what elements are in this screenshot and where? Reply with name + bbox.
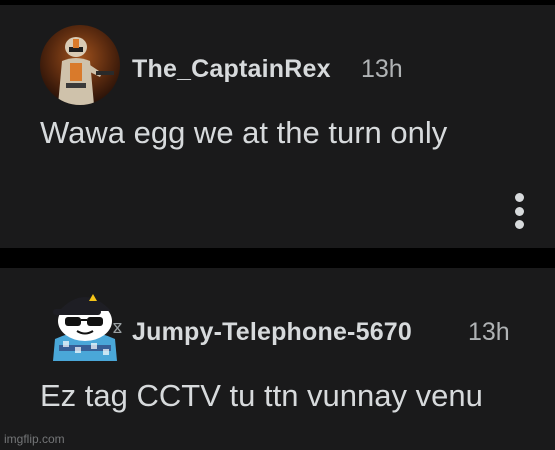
username[interactable]: The_CaptainRex bbox=[132, 55, 331, 84]
username[interactable]: Jumpy-Telephone-5670 bbox=[132, 318, 412, 347]
clone-trooper-avatar-icon bbox=[40, 25, 120, 105]
watermark: imgflip.com bbox=[4, 432, 65, 446]
comment-card-2: ⴵ Jumpy-Telephone-5670 13h Ez tag CCTV t… bbox=[0, 268, 555, 450]
more-vertical-icon-dot bbox=[514, 220, 524, 229]
comment-body: Wawa egg we at the turn only bbox=[40, 115, 448, 150]
more-options-button[interactable] bbox=[512, 193, 526, 233]
snoo-icon: ⴵ bbox=[113, 320, 122, 336]
comment-card-1: The_CaptainRex 13h Wawa egg we at the tu… bbox=[0, 5, 555, 248]
more-vertical-icon-dot bbox=[514, 206, 524, 216]
user-avatar[interactable] bbox=[40, 25, 120, 105]
comment-body: Ez tag CCTV tu ttn vunnay venu bbox=[40, 378, 483, 413]
more-vertical-icon bbox=[514, 193, 524, 202]
timestamp: 13h bbox=[361, 55, 403, 83]
timestamp: 13h bbox=[468, 318, 510, 346]
